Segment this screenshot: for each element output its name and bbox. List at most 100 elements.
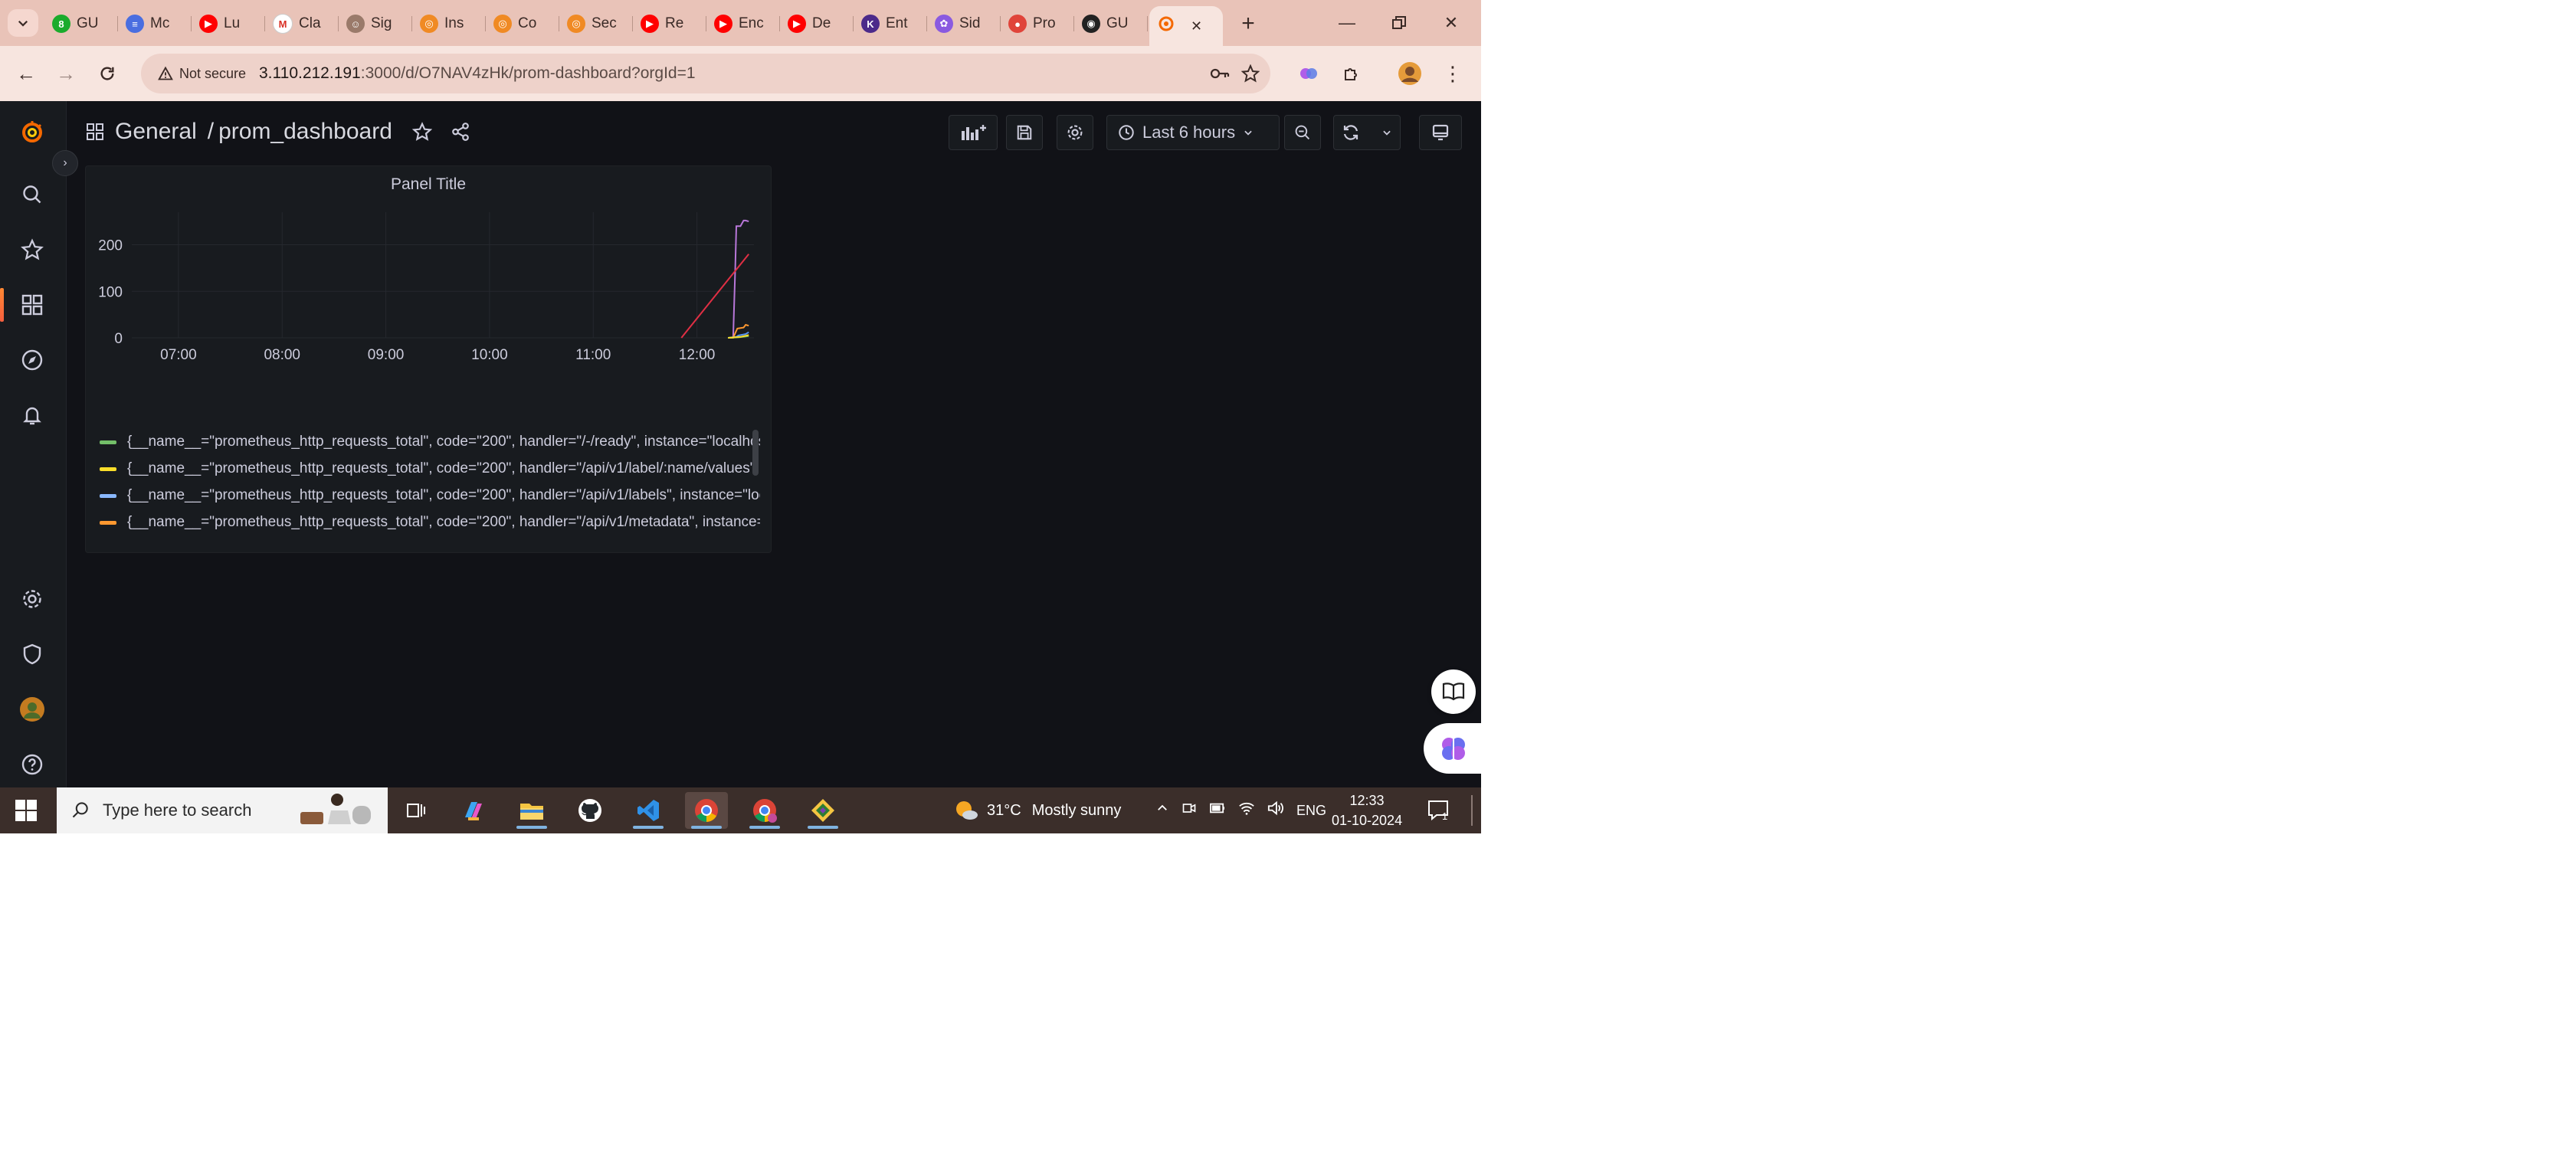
profile-avatar[interactable] xyxy=(1393,57,1427,90)
grafana-logo-icon[interactable] xyxy=(15,115,49,149)
legend-item[interactable]: {__name__="prometheus_http_requests_tota… xyxy=(100,457,760,480)
tab-favicon-icon: ◉ xyxy=(1082,15,1100,33)
git-tool-app-icon[interactable] xyxy=(801,792,844,829)
mark-favorite-star-icon[interactable] xyxy=(411,122,432,142)
share-dashboard-icon[interactable] xyxy=(451,122,470,142)
legend-scrollbar[interactable] xyxy=(752,430,759,476)
browser-tab[interactable]: ▶ Enc xyxy=(706,8,780,40)
tab-favicon-icon: K xyxy=(861,15,880,33)
view-mode-button[interactable] xyxy=(1419,115,1462,150)
browser-tab[interactable]: M Cla xyxy=(265,8,339,40)
browser-tab[interactable]: ◎ Ins xyxy=(412,8,486,40)
tab-search-button[interactable] xyxy=(8,9,38,37)
series-line xyxy=(680,254,749,339)
legend-item[interactable]: {__name__="prometheus_http_requests_tota… xyxy=(100,484,760,507)
x-tick-label: 07:00 xyxy=(160,347,197,363)
minimize-button[interactable]: — xyxy=(1322,5,1372,41)
zoom-out-button[interactable] xyxy=(1284,115,1321,150)
legend-item[interactable]: {__name__="prometheus_http_requests_tota… xyxy=(100,430,760,453)
tab-separator xyxy=(1147,16,1148,31)
browser-tab[interactable]: ◎ Co xyxy=(486,8,559,40)
bookmark-star-icon[interactable] xyxy=(1237,60,1264,87)
starred-star-icon[interactable] xyxy=(15,233,49,267)
grafana-sidebar: › xyxy=(0,101,78,787)
browser-menu-icon[interactable]: ⋮ xyxy=(1436,57,1470,90)
browser-tab[interactable]: ▶ Lu xyxy=(192,8,265,40)
panel-title[interactable]: Panel Title xyxy=(86,175,771,194)
new-tab-button[interactable]: + xyxy=(1232,8,1264,40)
github-desktop-app-icon[interactable] xyxy=(569,792,611,829)
active-tab[interactable]: ✕ xyxy=(1149,6,1223,46)
taskbar-search-box[interactable]: Type here to search xyxy=(57,787,388,833)
time-range-picker[interactable]: Last 6 hours xyxy=(1106,115,1280,150)
notification-center-button[interactable]: 1 xyxy=(1427,787,1451,833)
browser-tab[interactable]: ◉ GU xyxy=(1074,8,1148,40)
browser-tab[interactable]: ▶ Re xyxy=(633,8,706,40)
ai-assistant-button[interactable] xyxy=(1424,723,1481,774)
legend-label: {__name__="prometheus_http_requests_tota… xyxy=(127,514,760,530)
warning-icon xyxy=(158,66,173,80)
expand-sidebar-chevron-icon[interactable]: › xyxy=(52,150,78,176)
meet-now-icon[interactable] xyxy=(1181,800,1197,820)
dashboards-grid-icon xyxy=(86,123,104,141)
dashboard-settings-button[interactable] xyxy=(1057,115,1093,150)
site-info-chip[interactable]: Not secure xyxy=(152,61,252,87)
reload-button[interactable] xyxy=(90,57,124,90)
tab-label: Ent xyxy=(886,15,908,31)
browser-tab[interactable]: K Ent xyxy=(854,8,927,40)
volume-icon[interactable] xyxy=(1267,800,1284,820)
vscode-app-icon[interactable] xyxy=(627,792,670,829)
restore-button[interactable] xyxy=(1375,5,1424,41)
browser-tab[interactable]: ✿ Sid xyxy=(927,8,1001,40)
chrome-app-icon-active[interactable] xyxy=(685,792,728,829)
browser-tab[interactable]: ◎ Sec xyxy=(559,8,633,40)
windows-start-button[interactable] xyxy=(14,798,38,823)
chevron-down-icon xyxy=(1383,130,1391,136)
file-explorer-app-icon[interactable] xyxy=(510,792,553,829)
password-key-icon[interactable] xyxy=(1206,60,1234,87)
tab-label: Sid xyxy=(959,15,981,31)
copilot-app-icon[interactable] xyxy=(452,792,495,829)
extension-gemini-icon[interactable] xyxy=(1292,57,1326,90)
task-view-button[interactable] xyxy=(394,792,437,829)
close-window-button[interactable]: ✕ xyxy=(1427,5,1476,41)
save-dashboard-button[interactable] xyxy=(1006,115,1043,150)
dashboard-title[interactable]: prom_dashboard xyxy=(218,119,392,145)
wifi-icon[interactable] xyxy=(1238,800,1255,820)
configuration-gear-icon[interactable] xyxy=(15,582,49,616)
alerting-bell-icon[interactable] xyxy=(15,398,49,432)
forward-button[interactable]: → xyxy=(49,57,83,90)
language-indicator[interactable]: ENG xyxy=(1296,803,1326,819)
battery-icon[interactable] xyxy=(1209,801,1226,820)
tab-label: Co xyxy=(518,15,537,31)
reader-mode-button[interactable] xyxy=(1431,669,1476,714)
back-button[interactable]: ← xyxy=(9,57,43,90)
dashboards-icon[interactable] xyxy=(15,288,49,322)
breadcrumb-folder[interactable]: General xyxy=(115,119,197,145)
time-series-panel[interactable]: Panel Title 07:00 08:00 09:00 10:00 11:00 12:… xyxy=(85,165,772,553)
chrome-profile-app-icon[interactable] xyxy=(743,792,786,829)
refresh-button-group[interactable] xyxy=(1333,115,1401,150)
weather-widget[interactable]: 31°C Mostly sunny xyxy=(953,787,1121,833)
user-avatar[interactable] xyxy=(15,692,49,726)
close-tab-icon[interactable]: ✕ xyxy=(1191,18,1202,34)
browser-tab[interactable]: 8 GU xyxy=(44,8,118,40)
legend-item[interactable]: {__name__="prometheus_http_requests_tota… xyxy=(100,511,760,534)
browser-tab[interactable]: ● Pro xyxy=(1001,8,1074,40)
show-desktop-button[interactable] xyxy=(1471,795,1473,826)
browser-tab[interactable]: ☺ Sig xyxy=(339,8,412,40)
address-bar[interactable]: Not secure 3.110.212.191:3000/d/O7NAV4zH… xyxy=(141,54,1270,93)
add-panel-button[interactable] xyxy=(949,115,998,150)
explore-compass-icon[interactable] xyxy=(15,343,49,377)
browser-tab[interactable]: ≡ Mc xyxy=(118,8,192,40)
tab-favicon-icon: ✿ xyxy=(935,15,953,33)
browser-tab[interactable]: ▶ De xyxy=(780,8,854,40)
clock-time: 12:33 xyxy=(1349,793,1385,808)
show-hidden-icons-chevron-icon[interactable] xyxy=(1155,801,1169,820)
clock[interactable]: 12:33 01-10-2024 xyxy=(1332,787,1402,833)
tab-favicon-icon: ≡ xyxy=(126,15,144,33)
help-icon[interactable] xyxy=(15,748,49,781)
extensions-puzzle-icon[interactable] xyxy=(1335,57,1368,90)
search-icon[interactable] xyxy=(15,178,49,211)
server-admin-shield-icon[interactable] xyxy=(15,637,49,671)
